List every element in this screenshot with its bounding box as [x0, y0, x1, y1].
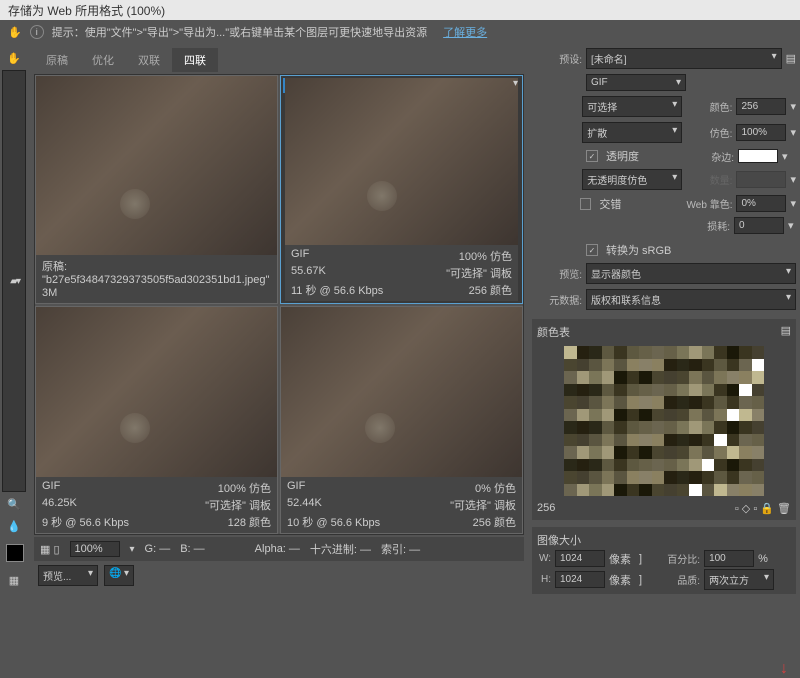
preview-cell[interactable]: 01 ⊠原稿: "b27e5f34847329373505f5ad302351b…	[35, 75, 278, 304]
imgsize-label: 图像大小	[537, 532, 581, 548]
grid-icon[interactable]: ▦ ▯	[40, 543, 60, 556]
preview-cell[interactable]: 01 ⊠GIF 100% 仿色46.25K"可选择" 调板9 秒 @ 56.6 …	[35, 306, 278, 535]
thumbnail	[285, 78, 518, 245]
srgb-label: 转换为 sRGB	[606, 242, 671, 258]
preview-select[interactable]: 显示器颜色	[586, 263, 796, 284]
info-bar: ▦ ▯ ▾ G: — B: — Alpha: — 十六进制: — 索引: —	[34, 537, 524, 561]
slice-tool[interactable]: ▰	[2, 70, 26, 492]
loss-label: 损耗:	[680, 218, 730, 233]
menu-icon[interactable]: ▤	[786, 52, 796, 65]
srgb-check[interactable]: ✓	[586, 244, 598, 256]
loss-input[interactable]	[734, 217, 784, 234]
interlace-check[interactable]	[580, 198, 591, 210]
web-label: Web 靠色:	[677, 196, 732, 211]
preview-label: 预览:	[532, 266, 582, 281]
h-unit: 像素	[609, 572, 631, 588]
preset-select[interactable]: [未命名]	[586, 48, 782, 69]
hint-bar: ✋ i 提示：使用"文件">"导出">"导出为..."或右键单击某个图层可更快速…	[0, 20, 800, 44]
metadata-label: 元数据:	[532, 292, 582, 307]
preview-grid: 01 ⊠原稿: "b27e5f34847329373505f5ad302351b…	[34, 74, 524, 535]
preset-label: 预设:	[532, 51, 582, 66]
amount-input	[736, 171, 786, 188]
amount-label: 数量:	[686, 172, 732, 187]
index-value: 索引: —	[381, 541, 420, 557]
hand-tool[interactable]: ✋	[2, 48, 26, 68]
tab-optimized[interactable]: 优化	[80, 48, 126, 72]
toggle-tool[interactable]: ▦	[2, 570, 26, 590]
preview-cell[interactable]: 01 ⊠GIF 0% 仿色52.44K"可选择" 调板10 秒 @ 56.6 K…	[280, 306, 523, 535]
hand-icon: ✋	[8, 26, 22, 39]
web-input[interactable]	[736, 195, 786, 212]
menu-icon[interactable]: ▤	[781, 324, 791, 340]
reduction-select[interactable]: 可选择	[582, 96, 682, 117]
color-count: 256	[537, 502, 555, 515]
info-icon: i	[30, 25, 44, 39]
hint-text: 提示：使用"文件">"导出">"导出为..."或右键单击某个图层可更快速地导出资…	[52, 24, 427, 40]
trans-dither-select[interactable]: 无透明度仿色	[582, 169, 682, 190]
b-value: B: —	[180, 543, 204, 555]
tab-original[interactable]: 原稿	[34, 48, 80, 72]
quality-select[interactable]: 两次立方	[704, 569, 774, 590]
learn-more-link[interactable]: 了解更多	[443, 24, 487, 40]
zoom-input[interactable]	[70, 541, 120, 557]
zoom-tool[interactable]: 🔍	[2, 494, 26, 514]
colors-input[interactable]	[736, 98, 786, 115]
palette-tools[interactable]: ▫ ◇ ▫ 🔒 🗑	[735, 502, 791, 515]
preview-button[interactable]: 预览...	[38, 565, 98, 586]
tab-4up[interactable]: 四联	[172, 48, 218, 72]
dither-select[interactable]: 扩散	[582, 122, 682, 143]
pct-input[interactable]	[704, 550, 754, 567]
window-title: 存储为 Web 所用格式 (100%)	[0, 0, 800, 20]
w-unit: 像素	[609, 551, 631, 567]
qual-label: 品质:	[650, 572, 700, 587]
thumbnail	[36, 307, 277, 478]
metadata-select[interactable]: 版权和联系信息	[586, 289, 796, 310]
pct-label: 百分比:	[650, 551, 700, 566]
hex-value: 十六进制: —	[310, 541, 371, 557]
alpha-value: Alpha: —	[255, 543, 300, 555]
h-label: H:	[535, 574, 551, 585]
eyedropper-tool[interactable]: 💧	[2, 516, 26, 536]
settings-panel: 预设:[未命名]▤ GIF 可选择颜色:▾ 扩散仿色:▾ ✓透明度杂边:▾ 无透…	[528, 44, 800, 594]
thumbnail	[36, 76, 277, 255]
thumbnail	[281, 307, 522, 478]
transparency-check[interactable]: ✓	[586, 150, 598, 162]
view-tabs: 原稿 优化 双联 四联	[34, 48, 524, 72]
interlace-label: 交错	[599, 196, 673, 212]
tab-2up[interactable]: 双联	[126, 48, 172, 72]
format-select[interactable]: GIF	[586, 74, 686, 91]
color-palette[interactable]	[564, 346, 764, 496]
colors-label: 颜色:	[686, 99, 732, 114]
g-value: G: —	[145, 543, 171, 555]
matte-swatch[interactable]	[738, 149, 778, 163]
matte-label: 杂边:	[684, 149, 734, 164]
color-swatch[interactable]	[6, 544, 24, 562]
dither-input[interactable]	[736, 124, 786, 141]
width-input[interactable]	[555, 550, 605, 567]
browser-preview-button[interactable]: 🌐	[104, 565, 134, 586]
dither-label: 仿色:	[686, 125, 732, 140]
transparency-label: 透明度	[606, 148, 680, 164]
colortable-label: 颜色表	[537, 324, 570, 340]
height-input[interactable]	[555, 571, 605, 588]
preview-cell[interactable]: 01 ⊠GIF 100% 仿色55.67K"可选择" 调板11 秒 @ 56.6…	[280, 75, 523, 304]
w-label: W:	[535, 553, 551, 564]
left-toolbar: ✋ ▰ 🔍 💧 ▦	[0, 44, 30, 594]
